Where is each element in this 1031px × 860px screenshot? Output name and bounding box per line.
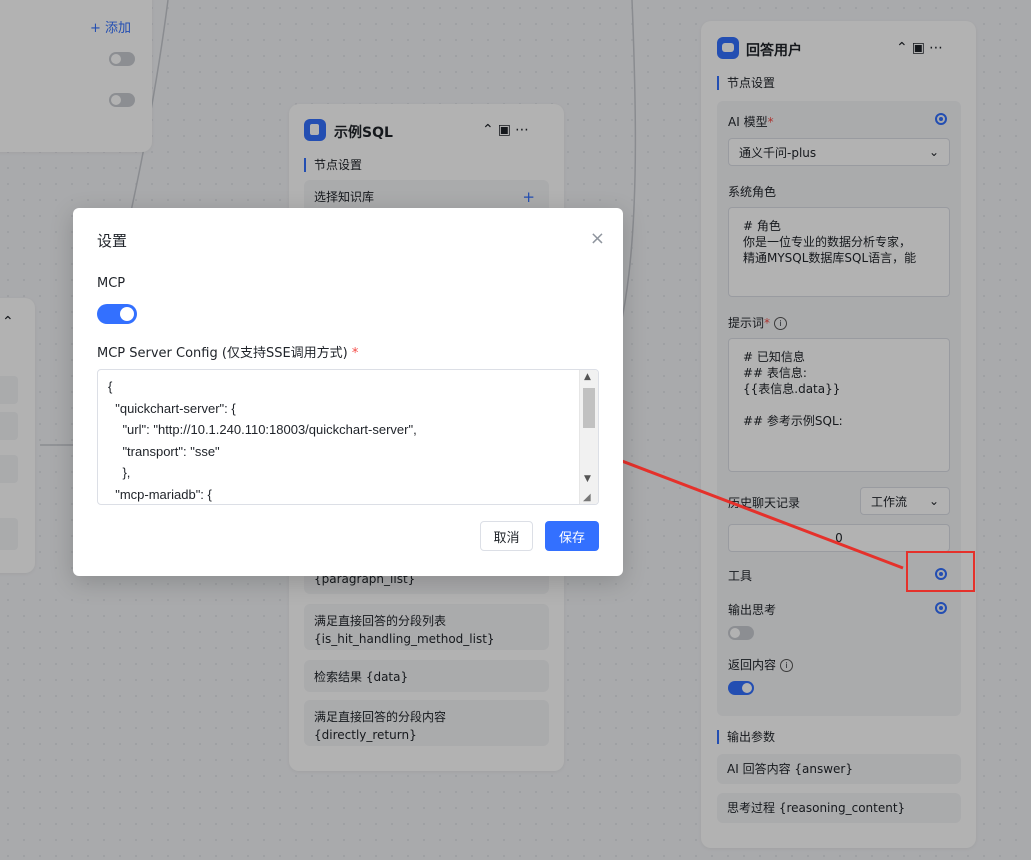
config-text: { "quickchart-server": { "url": "http://… (108, 379, 417, 502)
settings-dialog: 设置 × MCP MCP Server Config (仅支持SSE调用方式) … (73, 208, 623, 576)
close-icon[interactable]: × (590, 228, 605, 249)
scroll-thumb[interactable] (583, 388, 595, 428)
mcp-label: MCP (97, 276, 126, 291)
scroll-down-icon[interactable]: ▼ (584, 474, 591, 484)
mcp-toggle[interactable] (97, 304, 137, 324)
resize-grip-icon[interactable]: ◢ (583, 492, 591, 503)
mcp-config-textarea[interactable]: { "quickchart-server": { "url": "http://… (97, 369, 599, 505)
textarea-scrollbar[interactable]: ▲ ▼ ◢ (579, 370, 598, 504)
config-label: MCP Server Config (仅支持SSE调用方式) * (97, 346, 359, 361)
save-button[interactable]: 保存 (545, 521, 599, 551)
scroll-up-icon[interactable]: ▲ (584, 372, 591, 382)
annotation-highlight-box (906, 551, 975, 592)
dialog-title: 设置 (97, 232, 128, 250)
cancel-button[interactable]: 取消 (480, 521, 533, 551)
